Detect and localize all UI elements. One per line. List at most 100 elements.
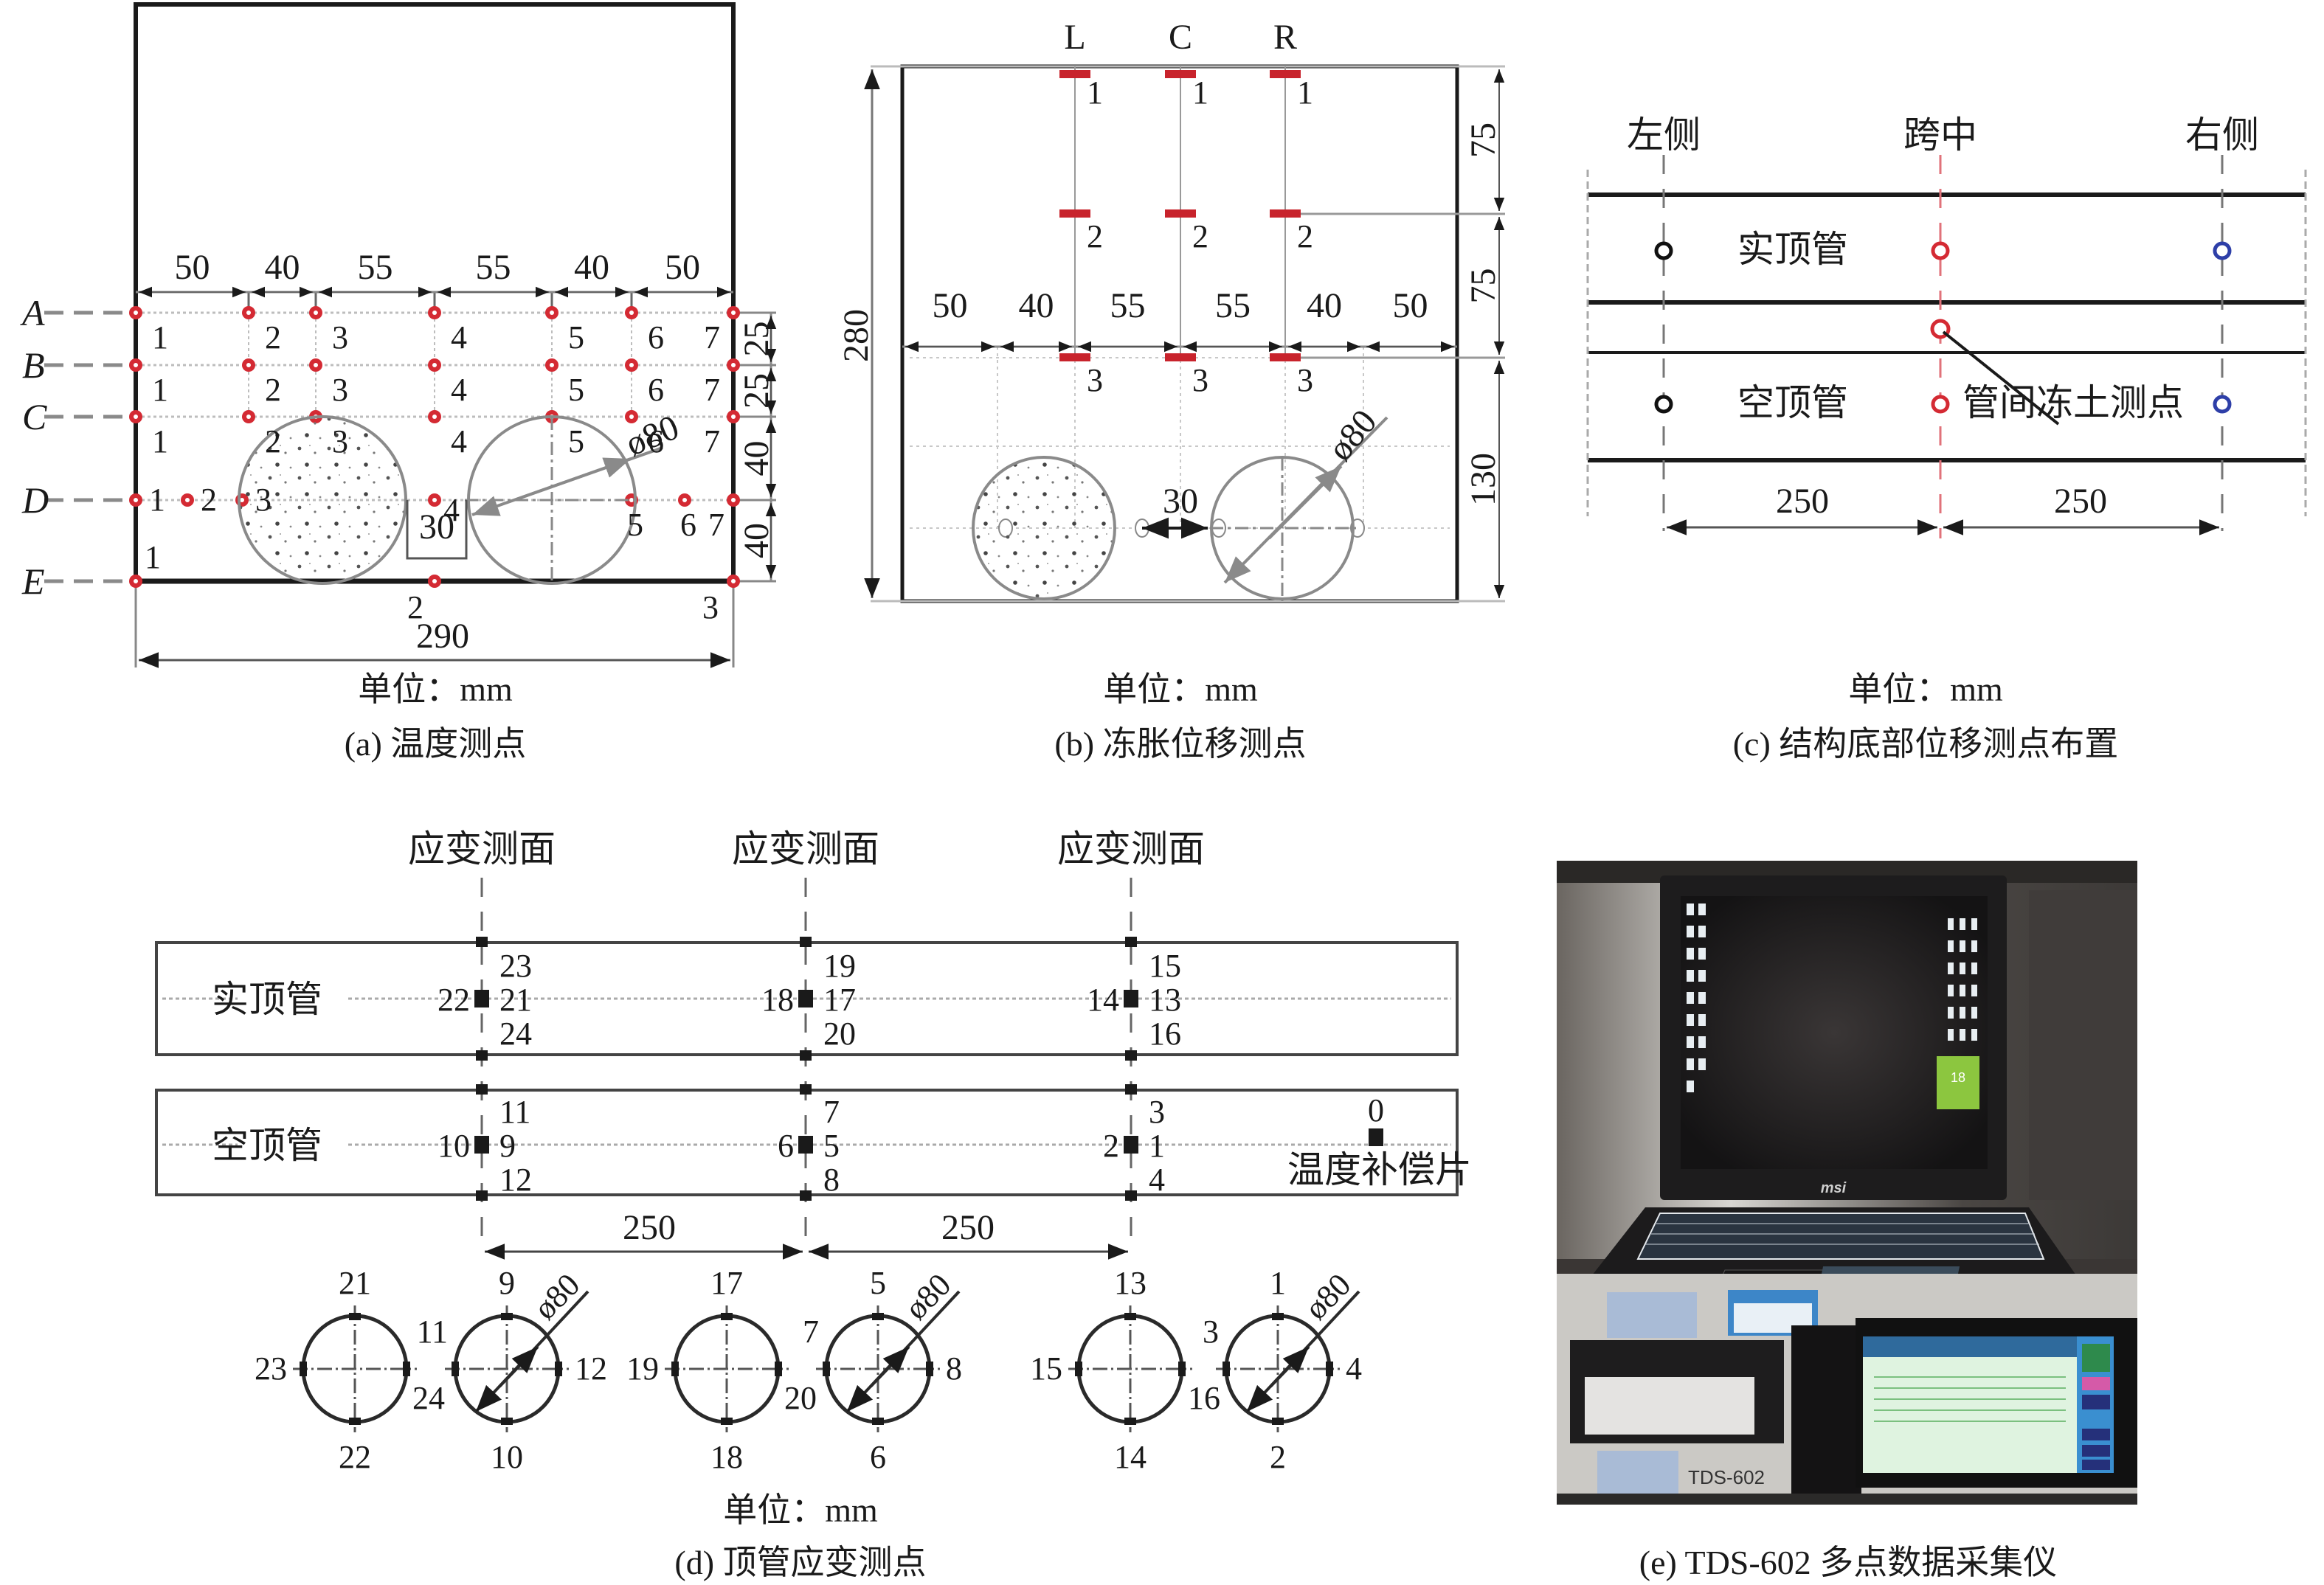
displacement-point-label: 2 [1297,218,1313,254]
strain-gauge [1124,1313,1136,1320]
column-label-L: L [1064,18,1085,57]
lcd-btn-start [2082,1344,2110,1372]
strain-gauge [775,1362,782,1376]
strain-point-label-center: 17 [823,982,856,1018]
strain-point-label-bottom: 20 [823,1016,856,1052]
strain-point-label-bottom: 12 [499,1162,532,1198]
displacement-point [1931,395,1950,414]
top-dimension-label: 40 [1019,286,1054,325]
panel-b-frost-heave-points: 28050 40 55 55 40 507575130L123C123R12330ø80 … [837,18,1505,763]
temperature-point-label: 2 [407,589,423,625]
lcd-top-bar [1863,1336,2077,1357]
temperature-point-label: 5 [568,319,584,356]
strain-gauge [721,1418,733,1425]
strain-gauge [1124,1418,1136,1425]
cross-label-left: 11 [417,1314,448,1350]
displacement-point-label: 3 [1087,362,1103,398]
displacement-marker [1059,209,1090,218]
dimension-label: 250 [623,1208,676,1247]
strain-point-label-left: 22 [438,982,470,1018]
temperature-point-center [432,415,437,419]
strain-point-label-bottom: 8 [823,1162,840,1198]
temperature-point-label: 3 [332,423,348,459]
strain-gauge-bottom [476,1190,488,1201]
temperature-point-center [432,363,437,367]
strain-section-label: 应变测面 [1057,828,1205,870]
diameter-arrow-head [498,1345,539,1388]
strain-gauge-top [800,937,812,947]
temperature-point-label: 5 [568,372,584,408]
column-label: 右侧 [2185,114,2259,156]
diameter-label: ø80 [527,1266,587,1326]
strain-point-label-left: 6 [778,1128,794,1164]
strain-gauge-center [474,990,489,1007]
lcd-btn-navy [2082,1395,2110,1409]
top-dimension-label: 50 [1393,286,1428,325]
temperature-point-label: 5 [568,423,584,459]
top-dimension-label: 40 [1307,286,1342,325]
displacement-point-label: 1 [1297,74,1313,111]
solid-pipe-circle [972,456,1116,600]
right-dimension-label: 40 [737,441,776,476]
displacement-point-label: 1 [1087,74,1103,111]
diameter-arrow-head [869,1345,910,1388]
cross-label-bottom: 18 [710,1439,743,1475]
strain-gauge-top [476,1084,488,1095]
panel-b-unit: 单位：mm [1103,670,1258,708]
temperature-point-center [134,311,138,315]
lcd-btn-navy-2 [2082,1429,2110,1440]
strain-gauge-center [1124,1136,1138,1154]
temperature-point-center [246,311,251,315]
strain-point-label-center: 21 [499,982,532,1018]
hollow-pipe-label: 空顶管 [1737,382,1848,423]
right-dimension-label: 130 [1464,453,1503,506]
cross-label-left: 19 [626,1350,659,1387]
top-dimension-label: 55 [1110,286,1146,325]
top-dimension-label: 55 [358,248,393,287]
displacement-marker [1270,70,1301,78]
cross-label-right: 12 [575,1350,607,1387]
panel-a-caption: (a) 温度测点 [345,725,527,763]
strain-gauge-top [1125,937,1137,947]
strain-gauge [555,1362,562,1376]
table-bottom [1557,1494,2137,1505]
strain-gauge [1326,1362,1333,1376]
strain-gauge [823,1362,830,1376]
strain-gauge-bottom [800,1050,812,1061]
panel-c-caption: (c) 结构底部位移测点布置 [1733,725,2119,763]
displacement-point [1654,395,1673,414]
panel-a-temperature-points: ABCDE50 40 55 55 40 502525404029030ø801 2 3 4 5 6 7… [20,2,777,763]
temperature-point-label: 1 [145,539,161,575]
displacement-marker [1165,209,1196,218]
right-dimension-label: 75 [1464,268,1503,304]
strain-gauge-top [476,937,488,947]
temperature-point-center [550,311,554,315]
right-dimension-label: 25 [737,322,776,357]
right-dimension-label: 40 [737,523,776,558]
strain-gauge-bottom [1125,1190,1137,1201]
cross-label-top: 21 [339,1265,371,1301]
strain-gauge-center [798,990,813,1007]
panel-d-unit: 单位：mm [723,1491,878,1529]
temperature-point-label: 6 [648,319,664,356]
strain-point-label-top: 7 [823,1094,840,1130]
temperature-point-center [629,415,634,419]
strain-gauge-center [1124,990,1138,1007]
temperature-point-center [432,311,437,315]
strain-point-label-center: 5 [823,1128,840,1164]
temperature-point-center [134,498,138,502]
displacement-point [1654,241,1673,260]
temperature-point-center [246,363,251,367]
temperature-point-center [731,363,736,367]
temperature-point-center [246,415,251,419]
lcd-btn-pink [2082,1377,2110,1390]
temperature-point-center [185,498,190,502]
temperature-point-center [629,363,634,367]
dimension-label: 250 [1776,482,1829,521]
strain-point-label-bottom: 24 [499,1016,532,1052]
top-dimension-label: 55 [1215,286,1251,325]
temperature-point-center [134,579,138,583]
temperature-point-label: 4 [443,492,460,528]
strain-gauge [1178,1362,1186,1376]
lcd-btn-navy-4 [2082,1460,2110,1470]
